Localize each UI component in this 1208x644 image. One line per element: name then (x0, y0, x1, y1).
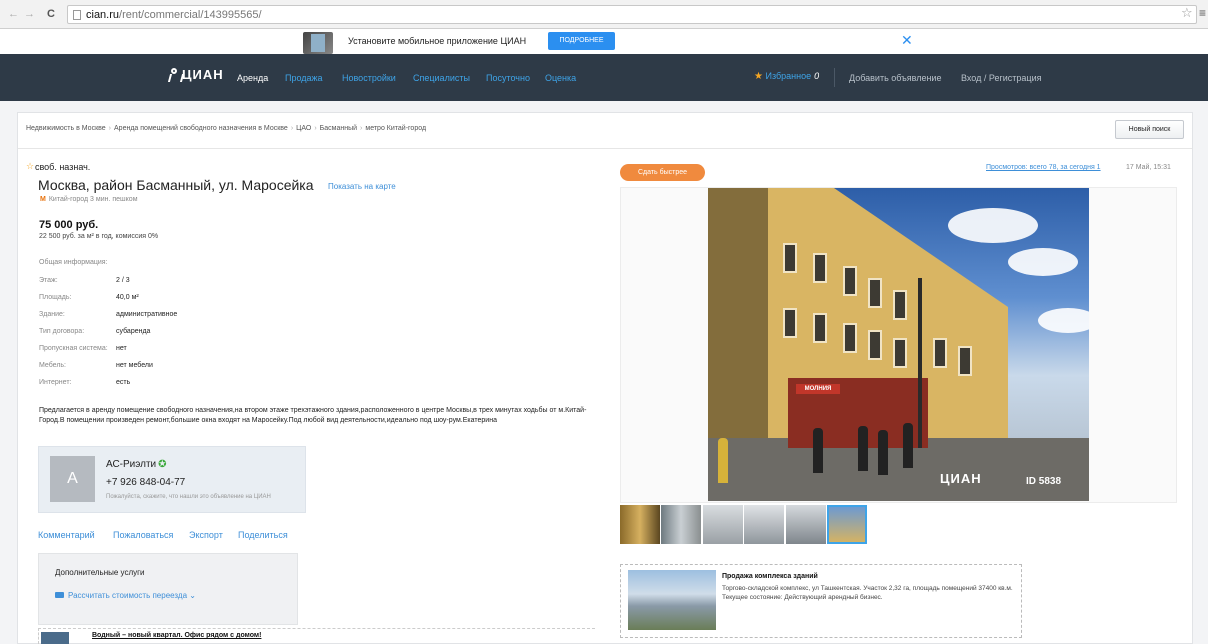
agent-note: Пожалуйста, скажите, что нашли это объяв… (106, 494, 271, 500)
nav-item-rent[interactable]: Аренда (237, 73, 268, 83)
right-ad[interactable]: Продажа комплекса зданий Торгово-складск… (620, 564, 1022, 638)
photo-thumbnail[interactable] (744, 505, 784, 544)
breadcrumb-item[interactable]: Недвижимость в Москве (26, 125, 106, 132)
export-link[interactable]: Экспорт (189, 530, 223, 540)
report-link[interactable]: Пожаловаться (113, 530, 173, 540)
nav-item-specialists[interactable]: Специалисты (413, 73, 470, 83)
main-photo[interactable]: МОЛНИЯ ЦИАН ID 5838 (708, 188, 1089, 501)
favorites-star-icon: ★ (754, 71, 763, 82)
forward-icon[interactable]: → (24, 8, 35, 20)
phone-image (303, 32, 333, 54)
listing-date: 17 Май, 15:31 (1126, 164, 1171, 171)
photo-thumbnail[interactable] (620, 505, 660, 544)
photo-thumbnail[interactable] (661, 505, 701, 544)
ad-image (628, 570, 716, 630)
add-to-favorites-icon[interactable]: ☆ (26, 161, 34, 172)
logo-pin-icon (169, 68, 179, 82)
banner-details-button[interactable]: ПОДРОБНЕЕ (548, 32, 615, 50)
truck-icon (55, 592, 64, 598)
rent-faster-button[interactable]: Сдать быстрее (620, 164, 705, 181)
bottom-ad[interactable]: Водный – новый квартал. Офис рядом с дом… (38, 628, 595, 644)
bookmark-star-icon[interactable]: ☆ (1181, 6, 1193, 19)
comment-link[interactable]: Комментарий (38, 530, 95, 540)
services-title: Дополнительные услуги (55, 568, 145, 577)
moving-cost-link[interactable]: Рассчитать стоимость переезда ⌄ (55, 591, 196, 600)
ad-title[interactable]: Продажа комплекса зданий (722, 573, 818, 580)
cian-logo[interactable]: ЦИАН (169, 67, 224, 82)
breadcrumb-item[interactable]: Басманный (320, 125, 357, 132)
additional-services: Дополнительные услуги Рассчитать стоимос… (38, 553, 298, 625)
nav-item-sale[interactable]: Продажа (285, 73, 323, 83)
scrollbar[interactable] (1196, 101, 1208, 644)
browser-menu-icon[interactable]: ≡ (1199, 7, 1206, 19)
breadcrumb-item[interactable]: ЦАО (296, 125, 311, 132)
property-type: своб. назнач. (35, 162, 91, 172)
ad-thumbnail (41, 632, 69, 644)
agent-card: А АС-Риэлти ✪ +7 926 848-04-77 Пожалуйста… (38, 446, 306, 513)
app-install-banner: Установите мобильное приложение ЦИАН ПОД… (0, 29, 1208, 54)
show-on-map-link[interactable]: Показать на карте (328, 182, 396, 191)
photo-thumbnail[interactable] (786, 505, 826, 544)
photo-watermark-logo: ЦИАН (940, 471, 982, 486)
favorites-link[interactable]: ★ Избранное 0 (754, 71, 819, 82)
metro-info: M Китай-город 3 мин. пешком (40, 196, 138, 203)
url-text[interactable]: cian.ru/rent/commercial/143995565/ (86, 9, 262, 21)
verified-icon: ✪ (158, 459, 167, 470)
storefront-sign: МОЛНИЯ (796, 384, 840, 394)
breadcrumb-item[interactable]: Аренда помещений свободного назначения в… (114, 125, 288, 132)
nav-divider (834, 68, 835, 87)
breadcrumb: Недвижимость в Москве › Аренда помещений с… (26, 125, 427, 132)
browser-toolbar: ← → C cian.ru/rent/commercial/143995565/… (0, 0, 1208, 29)
photo-thumbnail[interactable] (703, 505, 743, 544)
nav-item-daily[interactable]: Посуточно (486, 73, 530, 83)
nav-item-valuation[interactable]: Оценка (545, 73, 576, 83)
favorites-count: 0 (814, 71, 820, 81)
listing-address: Москва, район Басманный, ул. Маросейка (38, 177, 314, 193)
banner-close-icon[interactable]: ✕ (901, 32, 913, 49)
breadcrumb-item[interactable]: метро Китай-город (365, 125, 426, 132)
listing-description: Предлагается в аренду помещение свободно… (39, 407, 587, 424)
page-icon (73, 10, 81, 20)
new-search-button[interactable]: Новый поиск (1115, 120, 1184, 139)
metro-icon: M (40, 196, 46, 203)
photo-watermark-id: ID 5838 (1026, 476, 1062, 487)
back-icon[interactable]: ← (8, 8, 19, 20)
ad-title[interactable]: Водный – новый квартал. Офис рядом с дом… (92, 632, 261, 639)
price: 75 000 руб. (39, 219, 99, 231)
nav-item-new-buildings[interactable]: Новостройки (342, 73, 396, 83)
photo-thumbnail-selected[interactable] (827, 505, 867, 544)
reload-icon[interactable]: C (47, 8, 55, 20)
views-link[interactable]: Просмотров: всего 78, за сегодня 1 (986, 164, 1101, 171)
address-bar[interactable]: cian.ru/rent/commercial/143995565/ (67, 5, 1197, 24)
share-link[interactable]: Поделиться (238, 530, 288, 540)
avatar: А (50, 456, 95, 502)
agent-name[interactable]: АС-Риэлти ✪ (106, 459, 167, 470)
add-listing-link[interactable]: Добавить объявление (849, 73, 941, 83)
ad-text: Торгово-складской комплекс, ул Ташкентск… (722, 585, 1013, 601)
divider (18, 148, 1192, 149)
banner-text: Установите мобильное приложение ЦИАН (348, 36, 527, 46)
agent-phone[interactable]: +7 926 848-04-77 (106, 477, 185, 488)
price-details: 22 500 руб. за м² в год, комиссия 0% (39, 233, 159, 240)
main-nav: ЦИАН Аренда Продажа Новостройки Специали… (0, 54, 1208, 101)
login-link[interactable]: Вход / Регистрация (961, 73, 1041, 83)
